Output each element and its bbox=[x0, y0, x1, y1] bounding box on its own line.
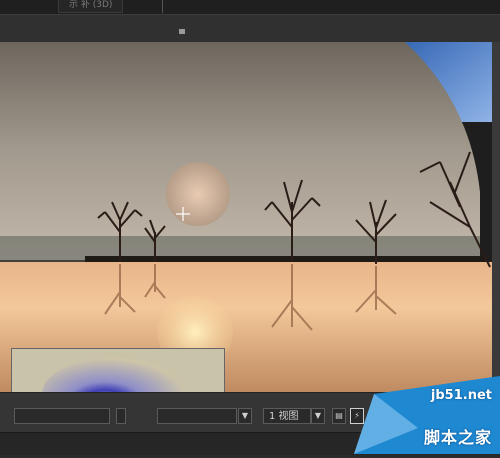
viewport-scroll-strip[interactable] bbox=[492, 42, 500, 392]
shading-field-middle[interactable] bbox=[157, 408, 237, 424]
chevron-down-icon[interactable]: ▼ bbox=[311, 408, 325, 424]
watermark-text: 脚本之家 bbox=[423, 428, 492, 447]
shading-field-left[interactable] bbox=[14, 408, 110, 424]
viewport-layout-icon[interactable]: ▤ bbox=[332, 408, 346, 424]
3d-viewport[interactable] bbox=[0, 42, 492, 392]
chevron-down-icon[interactable]: ▼ bbox=[238, 408, 252, 424]
scene-render bbox=[0, 42, 492, 392]
panel-splitter[interactable] bbox=[0, 14, 500, 43]
splitter-grip-icon[interactable] bbox=[179, 29, 185, 34]
tab-separator bbox=[162, 0, 163, 13]
watermark-url: jb51.net bbox=[430, 388, 492, 403]
top-tab-bar: 示 补 (3D) bbox=[0, 0, 500, 15]
watermark-logo: jb51.net 脚本之家 bbox=[354, 376, 500, 454]
top-tab[interactable]: 示 补 (3D) bbox=[58, 0, 124, 13]
toolbar-small-button[interactable] bbox=[116, 408, 126, 424]
view-count-select[interactable]: 1 视图 bbox=[263, 408, 311, 424]
